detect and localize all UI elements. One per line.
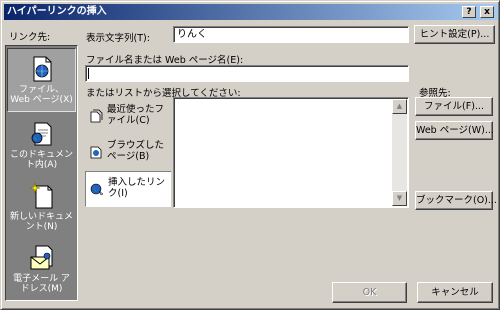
link-list[interactable]: ▲ ▼ xyxy=(173,97,409,208)
link-to-email-label: 電子メール アドレス(M) xyxy=(13,274,70,294)
title-bar: ハイパーリンクの挿入 ? x xyxy=(4,4,498,20)
browse-file-button[interactable]: ファイル(F)... xyxy=(415,97,493,116)
close-button[interactable]: x xyxy=(480,6,494,18)
list-source-tabs: 最近使ったファイル(C) ブラウズしたページ(B) 挿入したリンク(I) xyxy=(85,97,173,207)
link-to-this-document[interactable]: このドキュメント内(A) xyxy=(7,114,76,178)
inserted-links-icon xyxy=(90,183,104,196)
ok-button[interactable]: OK xyxy=(332,282,407,303)
help-button[interactable]: ? xyxy=(462,6,476,18)
tab-browsed-pages-label: ブラウズしたページ(B) xyxy=(107,140,165,162)
link-to-new-document-label: 新しいドキュメント(N) xyxy=(9,212,73,232)
scroll-down-icon[interactable]: ▼ xyxy=(392,191,407,206)
scroll-up-icon[interactable]: ▲ xyxy=(392,99,407,114)
link-to-existing-file-label: ファイル、Web ページ(X) xyxy=(10,85,73,105)
text-cursor xyxy=(88,68,89,79)
browsed-pages-icon xyxy=(90,146,102,159)
new-document-icon xyxy=(29,182,52,209)
tab-inserted-links[interactable]: 挿入したリンク(I) xyxy=(85,171,171,207)
browse-web-page-button[interactable]: Web ページ(W)... xyxy=(415,121,494,140)
list-scrollbar[interactable]: ▲ ▼ xyxy=(392,99,407,206)
address-input[interactable] xyxy=(85,65,409,82)
link-to-email-address[interactable]: 電子メール アドレス(M) xyxy=(7,238,76,302)
link-to-label: リンク先: xyxy=(9,32,51,43)
tab-browsed-pages[interactable]: ブラウズしたページ(B) xyxy=(85,135,171,171)
link-to-new-document[interactable]: 新しいドキュメント(N) xyxy=(7,176,76,240)
cancel-button[interactable]: キャンセル xyxy=(417,282,493,303)
tab-recent-files-label: 最近使ったファイル(C) xyxy=(107,104,165,126)
display-text-input[interactable]: りんく xyxy=(173,26,409,43)
link-to-this-document-label: このドキュメント内(A) xyxy=(9,150,73,170)
address-label: ファイル名または Web ページ名(E): xyxy=(86,55,244,66)
insert-hyperlink-dialog: ハイパーリンクの挿入 ? x リンク先: ファイル、Web ページ(X) このド… xyxy=(0,0,500,310)
tab-recent-files[interactable]: 最近使ったファイル(C) xyxy=(85,99,171,135)
email-icon xyxy=(30,245,52,270)
tab-inserted-links-label: 挿入したリンク(I) xyxy=(108,177,166,199)
bookmark-button[interactable]: ブックマーク(O)... xyxy=(415,191,497,210)
recent-files-icon xyxy=(90,109,103,123)
link-to-existing-file-web-page[interactable]: ファイル、Web ページ(X) xyxy=(7,48,76,112)
web-page-icon xyxy=(33,56,51,82)
window-title: ハイパーリンクの挿入 xyxy=(7,6,107,17)
display-text-label: 表示文字列(T): xyxy=(86,33,150,44)
screentip-button[interactable]: ヒント設定(P)... xyxy=(414,25,495,44)
document-place-icon xyxy=(31,122,51,146)
link-to-bar: ファイル、Web ページ(X) このドキュメント内(A) 新しいドキュメント(N… xyxy=(5,45,78,301)
